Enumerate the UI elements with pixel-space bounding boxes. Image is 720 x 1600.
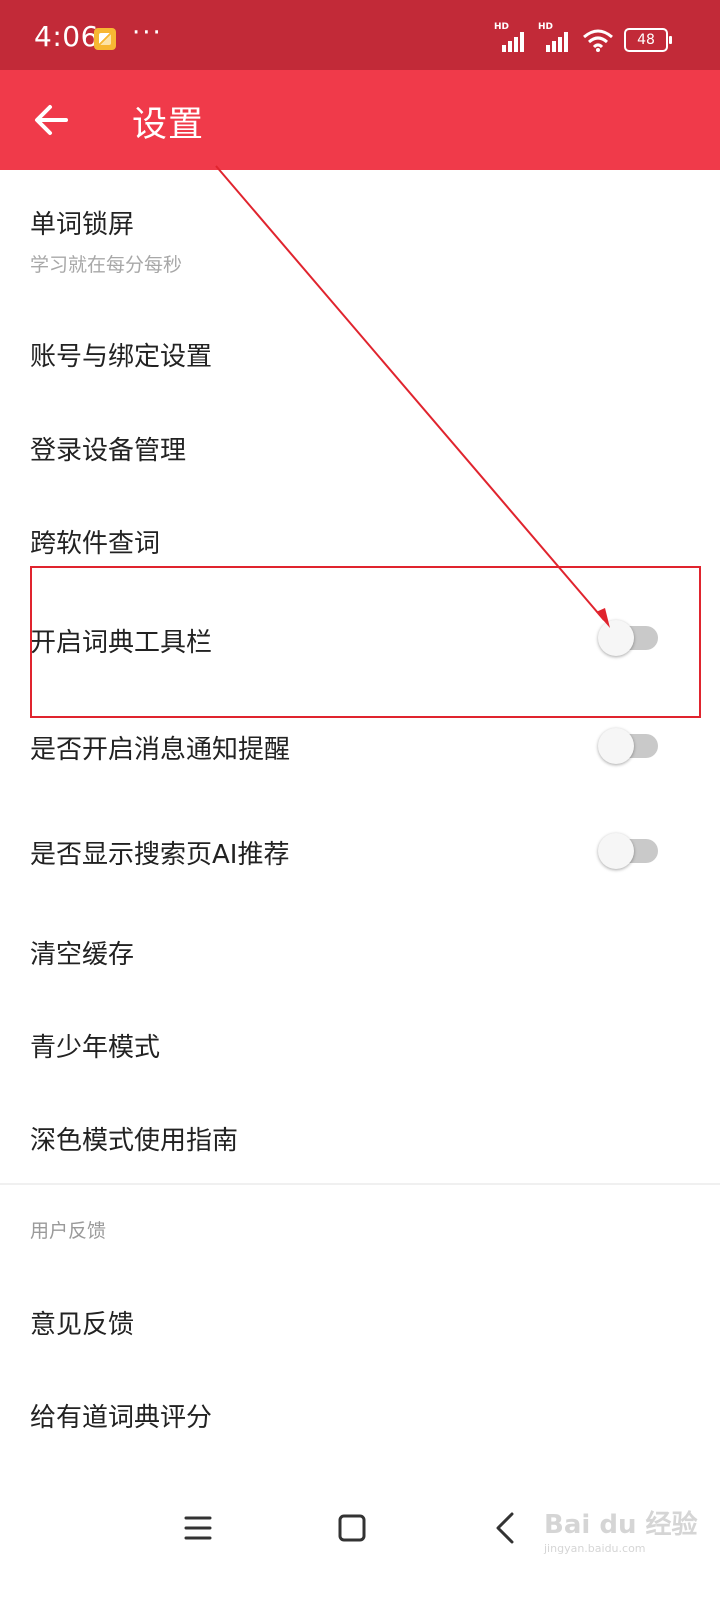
signal-icon-2: HD xyxy=(538,22,572,52)
baidu-jingyan-watermark: Bai du 经验 jingyan.baidu.com xyxy=(540,1494,710,1560)
setting-teen-mode[interactable]: 青少年模式 xyxy=(0,998,720,1088)
setting-word-lockscreen[interactable]: 单词锁屏 学习就在每分每秒 xyxy=(0,170,720,290)
setting-rate-app[interactable]: 给有道词典评分 xyxy=(0,1368,720,1458)
setting-label: 是否开启消息通知提醒 xyxy=(30,735,291,765)
setting-login-devices[interactable]: 登录设备管理 xyxy=(0,400,720,490)
setting-dark-mode-guide[interactable]: 深色模式使用指南 xyxy=(0,1091,720,1181)
setting-search-ai-recommend[interactable]: 是否显示搜索页AI推荐 xyxy=(0,803,720,898)
setting-label: 是否显示搜索页AI推荐 xyxy=(30,840,290,870)
search-ai-recommend-toggle[interactable] xyxy=(598,833,658,869)
setting-label: 清空缓存 xyxy=(30,940,135,970)
setting-label: 单词锁屏 xyxy=(30,210,135,240)
watermark-logo: Bai du 经验 xyxy=(544,1510,698,1540)
annotation-highlight-box xyxy=(30,566,701,718)
back-arrow-icon[interactable] xyxy=(32,102,72,138)
status-bar: 4:06 ··· HD HD 48 xyxy=(0,0,720,70)
status-indicators: HD HD 48 xyxy=(494,22,672,52)
wifi-icon xyxy=(583,29,613,52)
setting-label: 登录设备管理 xyxy=(30,436,187,466)
home-icon[interactable] xyxy=(330,1506,374,1550)
setting-clear-cache[interactable]: 清空缓存 xyxy=(0,905,720,995)
menu-icon[interactable] xyxy=(176,1506,220,1550)
setting-label: 账号与绑定设置 xyxy=(30,342,213,372)
watermark-url: jingyan.baidu.com xyxy=(544,1542,646,1555)
setting-label: 跨软件查词 xyxy=(30,529,161,559)
setting-label: 意见反馈 xyxy=(30,1310,135,1340)
page-title: 设置 xyxy=(132,105,205,145)
status-time: 4:06 xyxy=(34,20,99,53)
gallery-notification-icon xyxy=(94,28,116,50)
setting-label: 给有道词典评分 xyxy=(30,1403,213,1433)
section-divider xyxy=(0,1183,720,1185)
message-notifications-toggle[interactable] xyxy=(598,728,658,764)
section-header-feedback: 用户反馈 xyxy=(30,1220,107,1242)
setting-account-binding[interactable]: 账号与绑定设置 xyxy=(0,305,720,395)
setting-label: 深色模式使用指南 xyxy=(30,1126,239,1156)
more-notifications-icon: ··· xyxy=(132,18,163,48)
toggle-knob xyxy=(598,728,634,764)
setting-label: 青少年模式 xyxy=(30,1033,161,1063)
app-bar: 设置 xyxy=(0,70,720,170)
back-nav-icon[interactable] xyxy=(484,1506,528,1550)
toggle-knob xyxy=(598,833,634,869)
setting-subtitle: 学习就在每分每秒 xyxy=(30,254,183,276)
signal-icon-1: HD xyxy=(494,22,528,52)
battery-icon: 48 xyxy=(624,28,672,52)
setting-feedback[interactable]: 意见反馈 xyxy=(0,1275,720,1365)
